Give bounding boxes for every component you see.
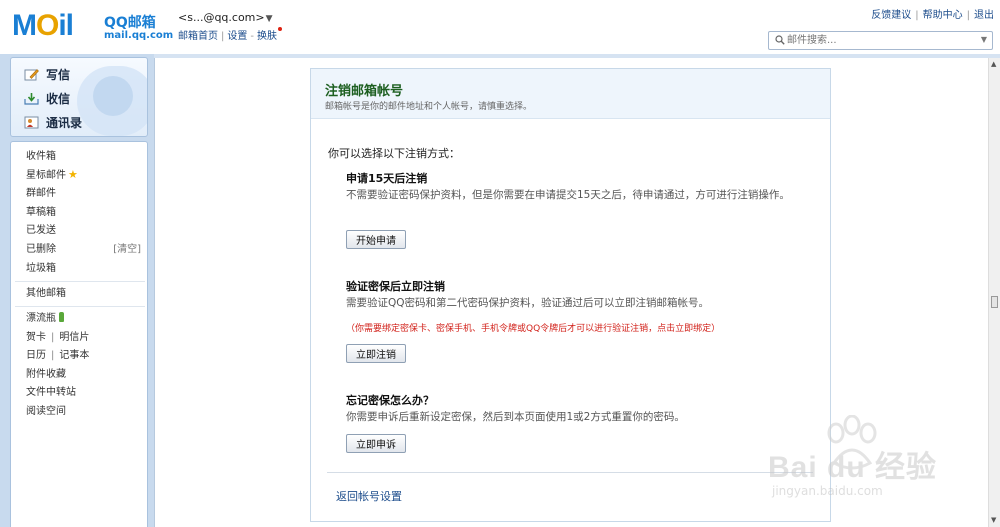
calendar-link[interactable]: 日历 — [26, 350, 46, 361]
appeal-now-button[interactable]: 立即申诉 — [346, 434, 406, 453]
card-link[interactable]: 贺卡 — [26, 332, 46, 343]
scroll-down-icon[interactable]: ▼ — [991, 516, 996, 524]
option-desc-verify: 需要验证QQ密码和第二代密码保护资料，验证通过后可以立即注销邮箱帐号。 — [346, 297, 710, 309]
back-to-account-settings-link[interactable]: 返回帐号设置 — [336, 488, 402, 504]
feedback-link[interactable]: 反馈建议 — [871, 10, 911, 21]
logo-domain: mail.qq.com — [104, 30, 174, 41]
panel-header: 注销邮箱帐号 邮箱帐号是你的邮件地址和个人帐号，请慎重选择。 — [311, 69, 830, 119]
contacts-icon — [24, 116, 39, 128]
option-title-forgot: 忘记密保怎么办？ — [346, 394, 434, 407]
separator: | — [51, 332, 55, 343]
clear-trash-link[interactable]: [清空] — [113, 242, 141, 258]
option-desc-apply: 不需要验证密码保护资料，但是你需要在申请提交15天之后，待申请通过，方可进行注销… — [346, 189, 790, 201]
watermark-url: jingyan.baidu.com — [772, 484, 883, 498]
sidebar-item-calendar: 日历 | 记事本 — [26, 348, 89, 364]
sidebar-item-other-mail[interactable]: 其他邮箱 — [26, 286, 66, 302]
sidebar-item-deleted[interactable]: 已删除 — [26, 242, 56, 258]
logout-link[interactable]: 退出 — [974, 10, 994, 21]
option-desc-forgot: 你需要申诉后重新设定密保，然后到本页面使用1或2方式重置你的密码。 — [346, 411, 685, 423]
search-icon — [775, 35, 785, 45]
mascot-decoration — [93, 76, 133, 116]
separator: - — [250, 31, 254, 42]
inbox-receive-button[interactable]: 收信 — [24, 88, 70, 108]
option-title-verify: 验证密保后立即注销 — [346, 280, 445, 293]
star-icon: ★ — [68, 168, 78, 181]
top-links: 反馈建议 | 帮助中心 | 退出 — [871, 6, 994, 21]
separator: | — [915, 10, 919, 21]
compose-button[interactable]: 写信 — [24, 64, 70, 84]
sidebar-item-reading[interactable]: 阅读空间 — [26, 404, 66, 420]
logo-text: QQ邮箱 — [104, 15, 156, 31]
divider — [327, 472, 813, 473]
sidebar-item-sent[interactable]: 已发送 — [26, 223, 56, 239]
account-address: <s...@qq.com> — [178, 11, 265, 24]
sidebar-item-drafts[interactable]: 草稿箱 — [26, 205, 56, 221]
watermark-text: Bai du 经验 — [768, 451, 938, 484]
page-subtitle: 邮箱帐号是你的邮件地址和个人帐号，请慎重选择。 — [325, 102, 533, 112]
sidebar-item-starred[interactable]: 星标邮件 ★ — [26, 167, 78, 183]
new-dot-icon — [277, 27, 282, 31]
postcard-link[interactable]: 明信片 — [59, 332, 89, 343]
intro-text: 你可以选择以下注销方式： — [328, 147, 460, 160]
help-link[interactable]: 帮助中心 — [923, 10, 963, 21]
skin-link[interactable]: 换肤 — [257, 31, 277, 42]
sidebar-item-bottle[interactable]: 漂流瓶 — [26, 311, 64, 327]
cancel-now-button[interactable]: 立即注销 — [346, 344, 406, 363]
bind-warning-text: （你需要绑定密保卡、密保手机、手机令牌或QQ令牌后才可以进行验证注销，点击立即绑… — [346, 324, 721, 334]
divider — [15, 306, 145, 307]
mail-search-box[interactable]: ▼ — [768, 31, 993, 50]
baidu-jingyan-watermark: Bai du 经验 jingyan.baidu.com — [760, 415, 960, 515]
scrollbar[interactable]: ▲ ▼ — [988, 58, 1000, 527]
sidebar-item-attachments[interactable]: 附件收藏 — [26, 367, 66, 383]
sidebar-item-inbox[interactable]: 收件箱 — [26, 149, 56, 165]
mail-home-link[interactable]: 邮箱首页 — [178, 31, 218, 42]
scrollbar-thumb[interactable] — [991, 296, 998, 308]
settings-link[interactable]: 设置 — [227, 31, 247, 42]
chevron-down-icon: ▼ — [265, 14, 273, 24]
sidebar-item-spam[interactable]: 垃圾箱 — [26, 261, 56, 277]
separator: | — [221, 31, 225, 42]
notes-link[interactable]: 记事本 — [59, 350, 89, 361]
bottle-icon — [59, 312, 64, 322]
sidebar-item-group-mail[interactable]: 群邮件 — [26, 186, 56, 202]
sidebar-actions: 写信 收信 通讯录 — [10, 57, 148, 137]
search-input[interactable] — [787, 33, 977, 48]
page-title: 注销邮箱帐号 — [325, 84, 404, 99]
sidebar-folder-list: 收件箱 星标邮件 ★ 群邮件 草稿箱 已发送 已删除 [清空] 垃圾箱 其他邮箱 … — [10, 141, 148, 527]
option-title-apply: 申请15天后注销 — [346, 172, 428, 185]
divider — [15, 281, 145, 282]
compose-icon — [24, 68, 39, 80]
logo-mark: MOil — [12, 9, 74, 42]
search-dropdown-icon[interactable]: ▼ — [981, 35, 987, 44]
scroll-up-icon[interactable]: ▲ — [991, 60, 996, 68]
separator: | — [966, 10, 970, 21]
start-apply-button[interactable]: 开始申请 — [346, 230, 406, 249]
separator: | — [51, 350, 55, 361]
cancel-account-panel: 注销邮箱帐号 邮箱帐号是你的邮件地址和个人帐号，请慎重选择。 你可以选择以下注销… — [310, 68, 831, 522]
contacts-button[interactable]: 通讯录 — [24, 112, 82, 132]
user-links: 邮箱首页 | 设置 - 换肤 — [178, 27, 282, 42]
qq-mail-logo[interactable]: MOil QQ邮箱 mail.qq.com — [12, 8, 173, 44]
sidebar-item-cards: 贺卡 | 明信片 — [26, 330, 89, 346]
header: MOil QQ邮箱 mail.qq.com <s...@qq.com>▼ 邮箱首… — [0, 0, 1000, 52]
sidebar-item-file-transfer[interactable]: 文件中转站 — [26, 385, 76, 401]
account-switcher[interactable]: <s...@qq.com>▼ — [178, 11, 273, 24]
inbox-download-icon — [24, 92, 39, 105]
